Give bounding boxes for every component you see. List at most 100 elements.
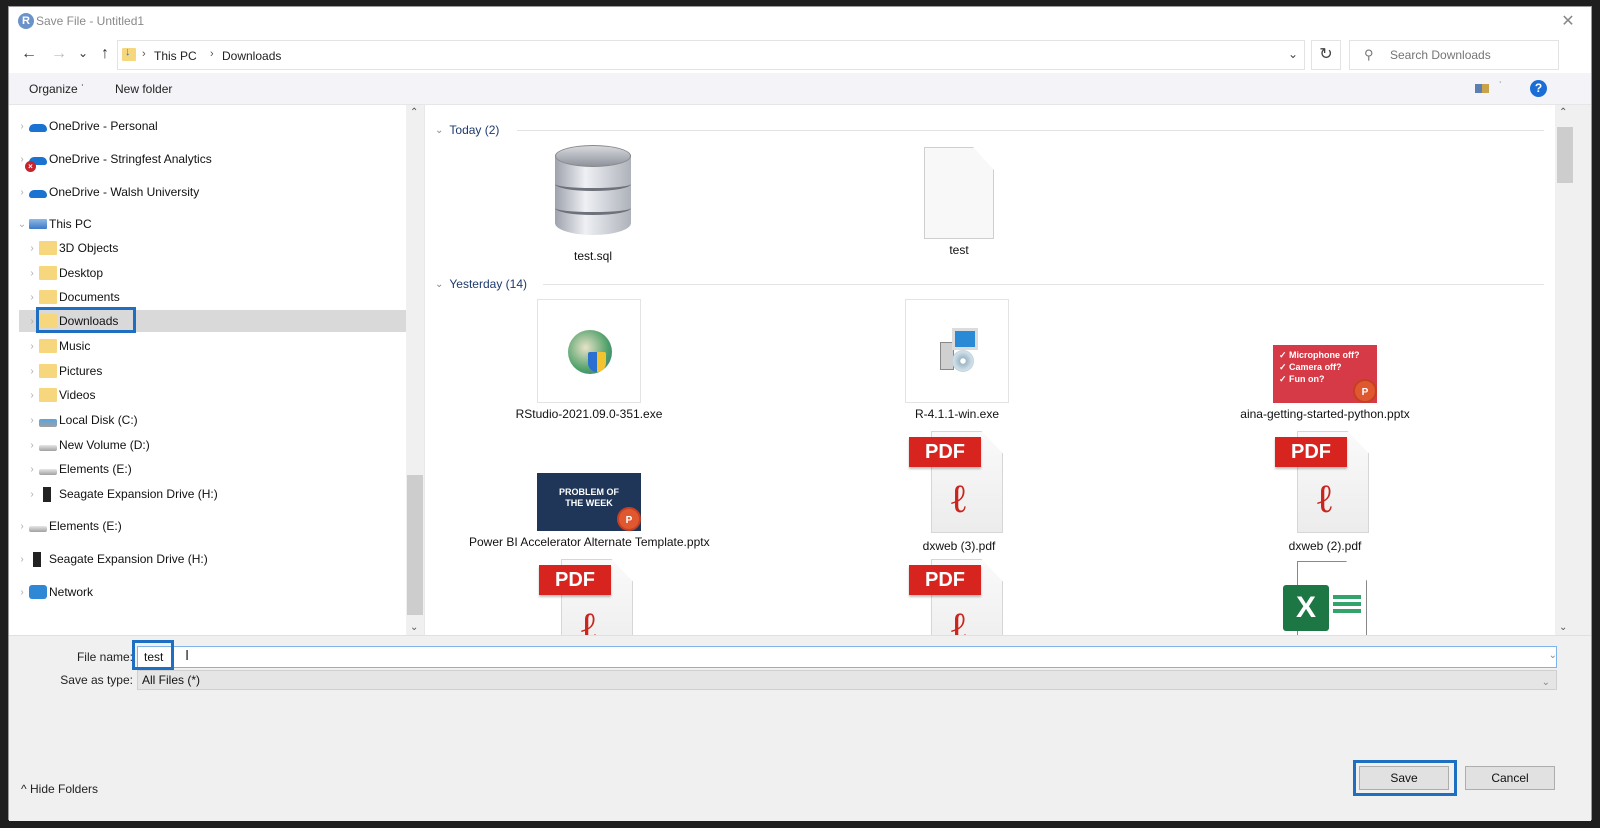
file-name-label: File name:	[76, 650, 133, 664]
scroll-up-icon[interactable]: ⌃	[1559, 107, 1567, 118]
file-item-r-win-exe[interactable]: R-4.1.1-win.exe	[837, 299, 1077, 421]
breadcrumb-separator[interactable]: ›	[210, 48, 214, 60]
change-view-icon[interactable]	[1475, 84, 1489, 93]
search-input[interactable]	[1390, 48, 1550, 62]
navigation-pane: › OneDrive - Personal › × OneDrive - Str…	[9, 105, 424, 635]
sidebar-item-elements-e-root[interactable]: › Elements (E:)	[15, 515, 121, 537]
save-as-type-select[interactable]: All Files (*) ⌄	[137, 670, 1557, 690]
organize-menu[interactable]: Organize ˙	[29, 82, 85, 96]
group-header-yesterday[interactable]: ⌄ Yesterday (14)	[435, 277, 527, 291]
powerpoint-icon: P	[1353, 379, 1377, 403]
chevron-right-icon[interactable]: ›	[15, 554, 29, 565]
breadcrumb-downloads[interactable]: Downloads	[222, 49, 281, 63]
breadcrumb-this-pc[interactable]: This PC	[154, 49, 197, 63]
sidebar-item-label: Desktop	[59, 266, 104, 280]
sidebar-item-elements-e[interactable]: › Elements (E:)	[25, 458, 132, 480]
sidebar-item-label: Music	[59, 339, 91, 353]
chevron-right-icon[interactable]: ›	[25, 341, 39, 352]
hide-folders-label: Hide Folders	[29, 782, 99, 796]
chevron-right-icon[interactable]: ›	[15, 521, 29, 532]
file-item-test[interactable]: test	[839, 147, 1079, 257]
breadcrumb-separator[interactable]: ›	[142, 48, 146, 60]
downloads-highlight-box	[36, 307, 136, 333]
sidebar-item-seagate-h[interactable]: › Seagate Expansion Drive (H:)	[25, 483, 218, 505]
file-item-xlsx[interactable]: X	[1205, 561, 1445, 635]
chevron-right-icon[interactable]: ›	[25, 390, 39, 401]
sidebar-item-desktop[interactable]: › Desktop	[25, 262, 103, 284]
file-name-highlight-box	[132, 640, 174, 670]
scroll-up-icon[interactable]: ⌃	[410, 107, 418, 118]
chevron-right-icon[interactable]: ›	[25, 292, 39, 303]
sidebar-item-onedrive-stringfest[interactable]: › × OneDrive - Stringfest Analytics	[15, 148, 212, 172]
file-item-power-bi-pptx[interactable]: PROBLEM OF THE WEEK P Power BI Accelerat…	[469, 473, 710, 549]
close-button[interactable]: ✕	[1553, 9, 1583, 35]
sidebar-item-label: OneDrive - Personal	[49, 119, 158, 133]
sidebar-item-network[interactable]: › Network	[15, 581, 93, 603]
file-list-pane: ⌄ Today (2) test.sql test ⌄ Yesterday (1…	[424, 105, 1574, 635]
sidebar-item-label: 3D Objects	[59, 241, 119, 255]
sidebar-item-music[interactable]: › Music	[25, 335, 90, 357]
folder-music-icon	[39, 339, 57, 353]
chevron-down-icon[interactable]: ⌄	[435, 125, 443, 136]
powerpoint-icon: P	[617, 507, 641, 531]
sidebar-item-this-pc[interactable]: ⌄ This PC	[15, 213, 92, 235]
forward-button[interactable]: →	[49, 45, 69, 63]
chevron-right-icon[interactable]: ›	[25, 415, 39, 426]
file-item-pdf[interactable]: ℓ PDF	[839, 559, 1079, 635]
scroll-down-icon[interactable]: ⌄	[410, 622, 418, 633]
content-scrollbar[interactable]: ⌃ ⌄	[1555, 105, 1574, 635]
chevron-right-icon[interactable]: ›	[25, 464, 39, 475]
onedrive-icon: ×	[25, 157, 47, 172]
group-header-today[interactable]: ⌄ Today (2)	[435, 123, 499, 137]
cancel-button[interactable]: Cancel	[1465, 766, 1555, 790]
new-folder-button[interactable]: New folder	[115, 82, 172, 96]
file-item-rstudio-exe[interactable]: RStudio-2021.09.0-351.exe	[469, 299, 709, 421]
chevron-right-icon[interactable]: ›	[15, 587, 29, 598]
sidebar-item-pictures[interactable]: › Pictures	[25, 360, 102, 382]
recent-locations-button[interactable]: ⌄	[73, 46, 93, 60]
file-item-pdf[interactable]: ℓ PDF	[469, 559, 709, 635]
chevron-right-icon[interactable]: ›	[15, 121, 29, 132]
chevron-right-icon[interactable]: ›	[25, 489, 39, 500]
chevron-right-icon[interactable]: ›	[15, 187, 29, 198]
sidebar-item-3d-objects[interactable]: › 3D Objects	[25, 237, 118, 259]
search-box[interactable]: ⚲	[1349, 40, 1559, 70]
chevron-right-icon[interactable]: ›	[25, 440, 39, 451]
hide-folders-button[interactable]: ^ Hide Folders	[21, 782, 98, 796]
chevron-down-icon[interactable]: ⌄	[1542, 674, 1550, 692]
sidebar-item-label: Pictures	[59, 364, 103, 378]
r-app-icon: R	[18, 13, 34, 29]
chevron-down-icon[interactable]: ⌄	[435, 279, 443, 290]
file-name-dropdown-icon[interactable]: ⌄	[1549, 650, 1557, 661]
sidebar-item-new-volume-d[interactable]: › New Volume (D:)	[25, 434, 149, 456]
chevron-right-icon[interactable]: ›	[25, 243, 39, 254]
sidebar-item-label: OneDrive - Stringfest Analytics	[49, 152, 212, 166]
file-item-test-sql[interactable]: test.sql	[473, 145, 713, 263]
file-item-aina-pptx[interactable]: ✓ Microphone off? ✓ Camera off? ✓ Fun on…	[1205, 345, 1445, 421]
sidebar-scrollbar[interactable]: ⌃ ⌄	[406, 105, 424, 635]
file-item-dxweb-3-pdf[interactable]: ℓ PDF dxweb (3).pdf	[839, 431, 1079, 553]
up-button[interactable]: ↑	[95, 45, 115, 63]
sidebar-scroll-thumb[interactable]	[407, 475, 423, 615]
address-dropdown-icon[interactable]: ⌄	[1288, 47, 1298, 61]
sidebar-item-seagate-h-root[interactable]: › Seagate Expansion Drive (H:)	[15, 548, 208, 570]
view-options-dropdown[interactable]: ˙	[1499, 81, 1502, 92]
sidebar-item-videos[interactable]: › Videos	[25, 384, 95, 406]
sidebar-item-documents[interactable]: › Documents	[25, 286, 120, 308]
refresh-button[interactable]: ↻	[1311, 40, 1341, 70]
content-scroll-thumb[interactable]	[1557, 127, 1573, 183]
drive-icon	[29, 526, 47, 532]
address-bar[interactable]: › This PC › Downloads ⌄	[117, 40, 1305, 70]
chevron-down-icon[interactable]: ⌄	[15, 219, 29, 230]
scroll-down-icon[interactable]: ⌄	[1559, 622, 1567, 633]
chevron-right-icon[interactable]: ›	[25, 366, 39, 377]
sidebar-item-label: Elements (E:)	[59, 462, 132, 476]
chevron-right-icon[interactable]: ›	[25, 268, 39, 279]
back-button[interactable]: ←	[19, 45, 39, 63]
help-icon[interactable]: ?	[1530, 80, 1547, 97]
file-item-dxweb-2-pdf[interactable]: ℓ PDF dxweb (2).pdf	[1205, 431, 1445, 553]
sidebar-item-onedrive-walsh[interactable]: › OneDrive - Walsh University	[15, 181, 199, 203]
sidebar-item-local-disk-c[interactable]: › Local Disk (C:)	[25, 409, 137, 431]
sidebar-item-onedrive-personal[interactable]: › OneDrive - Personal	[15, 115, 158, 137]
file-name-input[interactable]	[137, 646, 1557, 668]
